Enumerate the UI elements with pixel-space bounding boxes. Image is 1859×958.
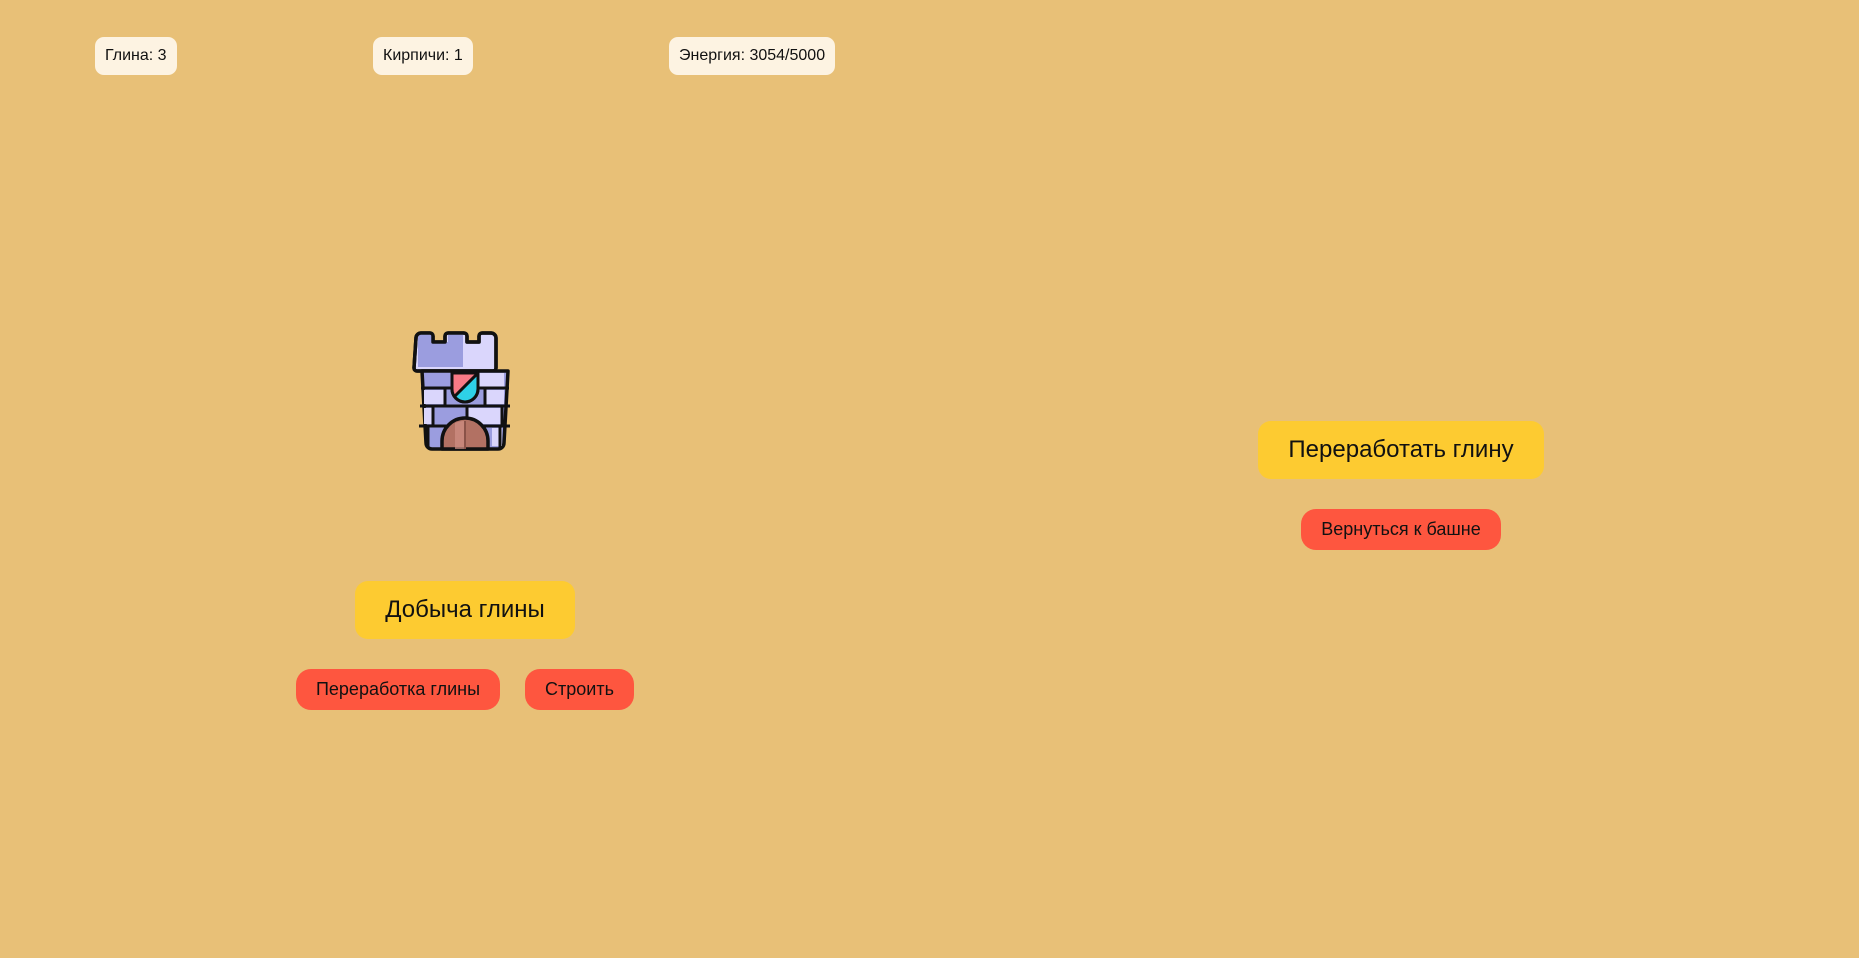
mine-clay-button[interactable]: Добыча глины: [355, 581, 575, 639]
clay-counter: Глина: 3: [95, 37, 177, 75]
back-to-tower-button[interactable]: Вернуться к башне: [1301, 509, 1501, 550]
energy-counter: Энергия: 3054/5000: [669, 37, 836, 75]
bricks-counter: Кирпичи: 1: [373, 37, 473, 75]
process-clay-nav-button[interactable]: Переработка глины: [296, 669, 500, 710]
process-clay-button[interactable]: Переработать глину: [1258, 421, 1544, 479]
castle-tower-icon[interactable]: [412, 330, 518, 452]
build-button[interactable]: Строить: [525, 669, 634, 710]
